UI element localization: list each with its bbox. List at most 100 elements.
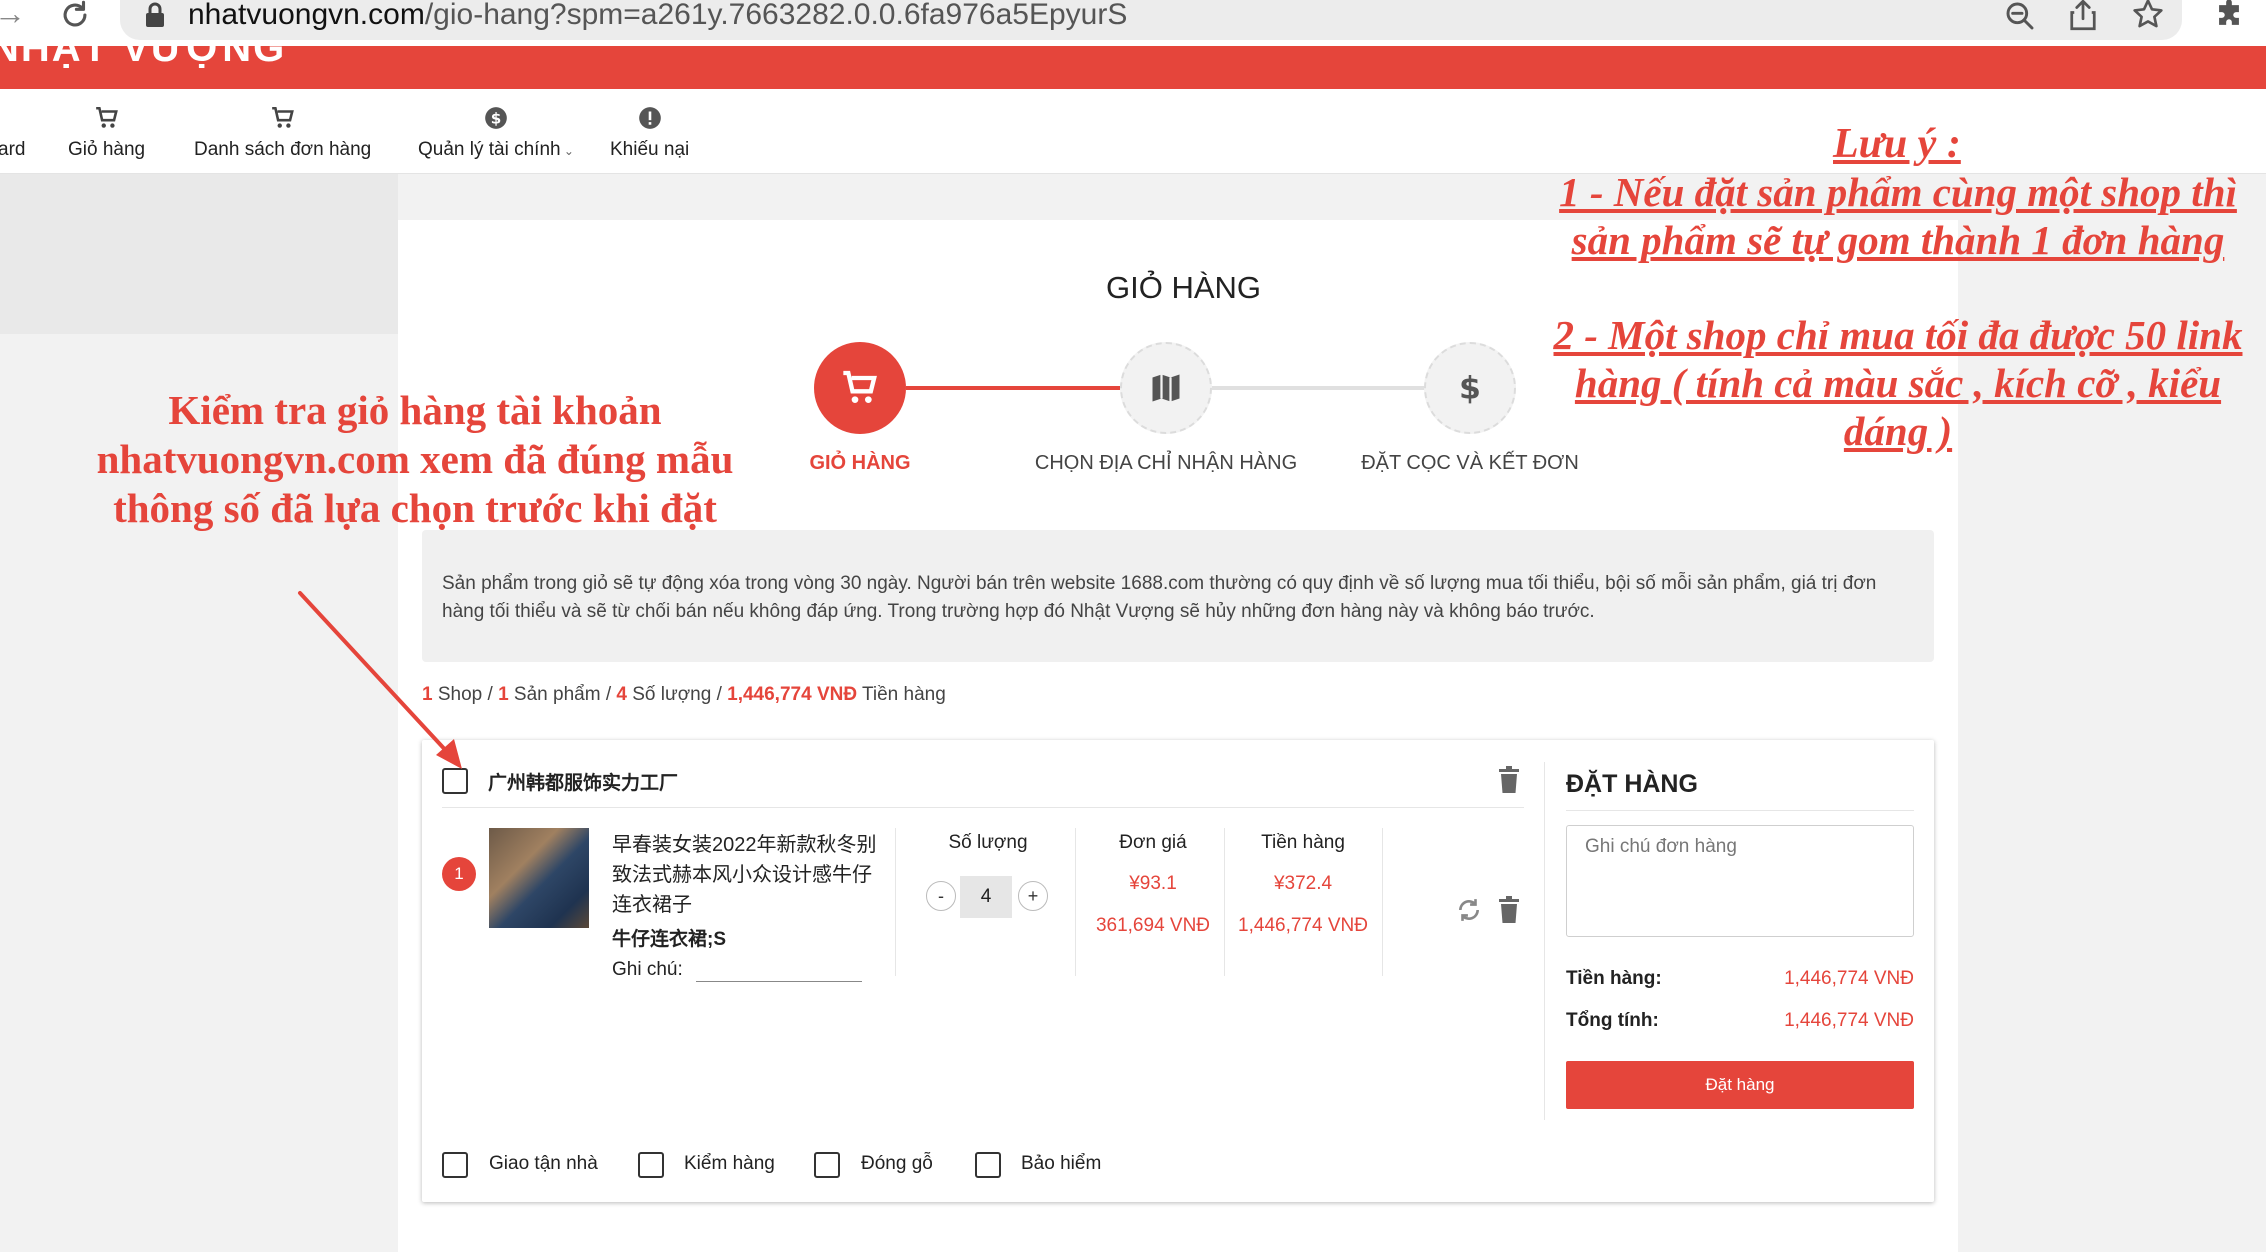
share-icon[interactable]	[2068, 0, 2098, 37]
refresh-item-icon[interactable]	[1456, 897, 1482, 928]
step-address[interactable]	[1120, 342, 1212, 434]
column-divider	[895, 828, 896, 976]
subtotal-label: Tiền hàng:	[1566, 968, 1662, 989]
nav-item-orders[interactable]: Danh sách đơn hàng	[194, 105, 371, 161]
step-label-address: CHỌN ĐỊA CHỈ NHẬN HÀNG	[1034, 452, 1298, 474]
unit-price-cny: ¥93.1	[1129, 873, 1177, 894]
reload-icon[interactable]	[58, 0, 92, 37]
delete-shop-trash-icon[interactable]	[1498, 766, 1520, 799]
bookmark-star-icon[interactable]	[2132, 0, 2164, 35]
dollar-coin-icon: $	[485, 107, 507, 129]
map-icon	[1152, 374, 1180, 402]
site-header: NHẬT VƯỢNG	[0, 46, 2266, 89]
quantity-header: Số lượng	[948, 832, 1028, 853]
nav-item-dashboard[interactable]: ard	[0, 139, 25, 161]
back-arrow-icon[interactable]: →	[0, 0, 26, 29]
option-checkbox-wood-packing[interactable]	[814, 1152, 840, 1178]
card-divider	[1544, 762, 1545, 1120]
option-label-inspection: Kiểm hàng	[684, 1153, 775, 1174]
step-connector-active	[906, 386, 1120, 390]
unit-price-header: Đơn giá	[1119, 832, 1187, 853]
nav-item-label: ard	[0, 139, 26, 160]
quantity-increase-button[interactable]: +	[1018, 881, 1048, 911]
nav-item-label: Khiếu nại	[610, 139, 690, 160]
annotation-note-2-line-2: hàng ( tính cả màu sắc , kích cỡ , kiểu	[1574, 360, 2222, 406]
total-value: 1,446,774 VNĐ	[1784, 1010, 1914, 1031]
annotation-arrow	[298, 591, 462, 769]
product-thumbnail[interactable]	[489, 828, 589, 928]
cart-icon	[95, 106, 118, 128]
page-title: GIỎ HÀNG	[1106, 270, 1262, 305]
annotation-note-1-line-2: sản phẩm sẽ tự gom thành 1 đơn hàng	[1571, 217, 2225, 263]
zoom-out-icon[interactable]	[2004, 0, 2036, 37]
nav-item-cart[interactable]: Giỏ hàng	[68, 105, 145, 161]
notice-line-1: Sản phẩm trong giỏ sẽ tự động xóa trong …	[442, 573, 1877, 594]
place-order-button[interactable]: Đặt hàng	[1566, 1061, 1914, 1109]
order-note-textarea[interactable]	[1566, 825, 1914, 937]
annotation-left-line-2: nhatvuongvn.com xem đã đúng mẫu	[96, 436, 734, 482]
total-amount-label: Tiền hàng	[857, 684, 946, 705]
step-deposit[interactable]: $	[1424, 342, 1516, 434]
site-logo[interactable]: NHẬT VƯỢNG	[0, 46, 286, 71]
nav-item-label: Quản lý tài chính	[418, 139, 561, 160]
option-checkbox-insurance[interactable]	[975, 1152, 1001, 1178]
annotation-note-2-line-1: 2 - Một shop chỉ mua tối đa được 50 link	[1553, 312, 2243, 358]
annotation-heading: Lưu ý :	[1833, 121, 1961, 167]
url-domain: nhatvuongvn.com	[188, 0, 425, 31]
subtotal-value: 1,446,774 VNĐ	[1784, 968, 1914, 989]
annotation-left: Kiểm tra giỏ hàng tài khoản nhatvuongvn.…	[40, 386, 790, 533]
annotation-note-2: 2 - Một shop chỉ mua tối đa được 50 link…	[1530, 311, 2266, 455]
step-cart[interactable]	[814, 342, 906, 434]
nav-item-label: Giỏ hàng	[68, 139, 146, 160]
dollar-icon: $	[1459, 371, 1481, 407]
svg-text:$: $	[1459, 371, 1481, 407]
url-text[interactable]: nhatvuongvn.com/gio-hang?spm=a261y.76632…	[188, 0, 1127, 32]
lock-icon[interactable]	[144, 2, 166, 33]
side-panel-background	[0, 174, 398, 334]
shop-divider	[442, 807, 1524, 808]
quantity-input[interactable]	[960, 876, 1012, 918]
cart-icon	[843, 370, 877, 403]
annotation-left-line-3: thông số đã lựa chọn trước khi đặt	[113, 485, 717, 531]
order-panel-title: ĐẶT HÀNG	[1566, 770, 1698, 798]
cart-icon	[271, 106, 294, 128]
total-amount: 1,446,774 VNĐ	[727, 684, 858, 705]
step-connector	[1212, 386, 1426, 390]
order-panel-divider	[1566, 810, 1914, 811]
amount-vnd: 1,446,774 VNĐ	[1238, 915, 1368, 936]
nav-item-label: Danh sách đơn hàng	[194, 139, 372, 160]
step-label-cart: GIỎ HÀNG	[809, 452, 911, 474]
option-label-insurance: Bảo hiểm	[1021, 1153, 1102, 1174]
amount-header: Tiền hàng	[1261, 832, 1345, 853]
option-label-wood-packing: Đóng gỗ	[861, 1153, 933, 1174]
cart-notice: Sản phẩm trong giỏ sẽ tự động xóa trong …	[422, 530, 1934, 662]
annotation-left-line-1: Kiểm tra giỏ hàng tài khoản	[168, 387, 662, 433]
item-note-label: Ghi chú:	[612, 959, 683, 980]
product-variant: 牛仔连衣裙;S	[612, 929, 727, 950]
quantity-count-label: Số lượng /	[626, 684, 728, 705]
option-checkbox-home-delivery[interactable]	[442, 1152, 468, 1178]
svg-text:$: $	[491, 109, 502, 127]
chevron-down-icon: ⌄	[560, 144, 574, 158]
annotation-note-2-line-3: dáng )	[1843, 408, 1953, 454]
url-path: /gio-hang?spm=a261y.7663282.0.0.6fa976a5…	[424, 0, 1128, 31]
notice-line-2: hàng tối thiểu và sẽ từ chối bán nếu khô…	[442, 601, 1595, 622]
product-count: 1	[498, 684, 509, 705]
unit-price-vnd: 361,694 VNĐ	[1095, 915, 1211, 936]
delete-item-trash-icon[interactable]	[1498, 896, 1520, 929]
nav-item-complaints[interactable]: Khiếu nại	[610, 105, 689, 161]
product-count-label: Sản phẩm /	[508, 684, 617, 705]
annotation-note-1: 1 - Nếu đặt sản phẩm cùng một shop thì s…	[1530, 168, 2266, 264]
amount-cny: ¥372.4	[1273, 873, 1333, 894]
shop-name: 广州韩都服饰实力工厂	[488, 773, 679, 794]
option-checkbox-inspection[interactable]	[638, 1152, 664, 1178]
column-divider	[1224, 828, 1225, 976]
extensions-puzzle-icon[interactable]	[2212, 0, 2246, 37]
cart-summary: 1 Shop / 1 Sản phẩm / 4 Số lượng / 1,446…	[422, 684, 946, 706]
step-label-deposit: ĐẶT CỌC VÀ KẾT ĐƠN	[1361, 452, 1579, 474]
product-name[interactable]: 早春装女装2022年新款秋冬别致法式赫本风小众设计感牛仔连衣裙子	[612, 830, 882, 920]
nav-item-finance[interactable]: $ Quản lý tài chính ⌄	[418, 105, 574, 161]
item-note-input[interactable]	[696, 981, 862, 982]
quantity-count: 4	[616, 684, 627, 705]
quantity-decrease-button[interactable]: -	[926, 881, 956, 911]
